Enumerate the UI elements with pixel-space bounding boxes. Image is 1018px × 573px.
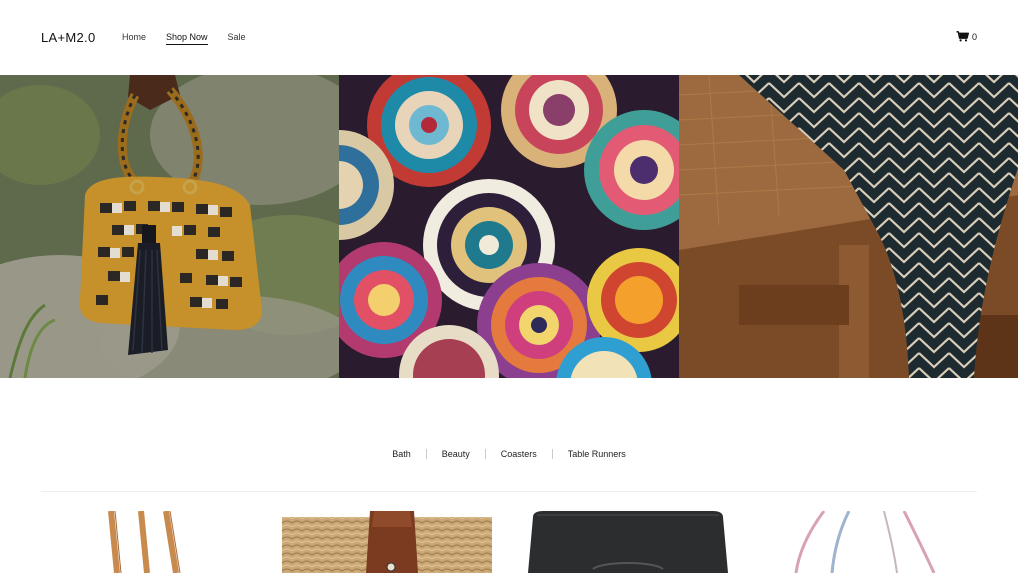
product-grid xyxy=(41,511,977,573)
hero-gallery xyxy=(0,75,1018,378)
straw-bag-image xyxy=(282,511,492,573)
cart-count: 0 xyxy=(971,31,977,42)
product-card-tan-tote[interactable] xyxy=(41,511,251,573)
cart-icon xyxy=(956,31,969,42)
filter-bath[interactable]: Bath xyxy=(377,449,426,459)
product-card-pastel-strap-bag[interactable] xyxy=(764,511,974,573)
site-header: LA+M2.0 Home Shop Now Sale 0 xyxy=(0,0,1018,75)
nav-home[interactable]: Home xyxy=(122,32,146,45)
filter-table-runners[interactable]: Table Runners xyxy=(553,449,641,459)
product-card-straw-bag[interactable] xyxy=(282,511,492,573)
table-runner-illustration xyxy=(678,75,1018,378)
cart-button[interactable]: 0 xyxy=(956,31,977,42)
filter-beauty[interactable]: Beauty xyxy=(427,449,485,459)
pastel-strap-bag-image xyxy=(764,511,974,573)
table-runner-photo[interactable] xyxy=(678,75,1018,378)
woven-coasters-photo[interactable] xyxy=(339,75,679,378)
crochet-handbag-photo[interactable] xyxy=(0,75,340,378)
coasters-illustration xyxy=(339,75,679,378)
category-filters: Bath Beauty Coasters Table Runners xyxy=(0,449,1018,459)
site-logo[interactable]: LA+M2.0 xyxy=(41,30,96,45)
black-saddle-bag-image xyxy=(523,511,733,573)
main-nav: Home Shop Now Sale xyxy=(122,32,246,45)
nav-sale[interactable]: Sale xyxy=(228,32,246,45)
filter-coasters[interactable]: Coasters xyxy=(486,449,552,459)
tan-leather-tote-image xyxy=(41,511,251,573)
section-divider xyxy=(41,491,977,492)
handbag-illustration xyxy=(0,75,340,378)
nav-shop-now[interactable]: Shop Now xyxy=(166,32,208,45)
product-card-black-saddle-bag[interactable] xyxy=(523,511,733,573)
